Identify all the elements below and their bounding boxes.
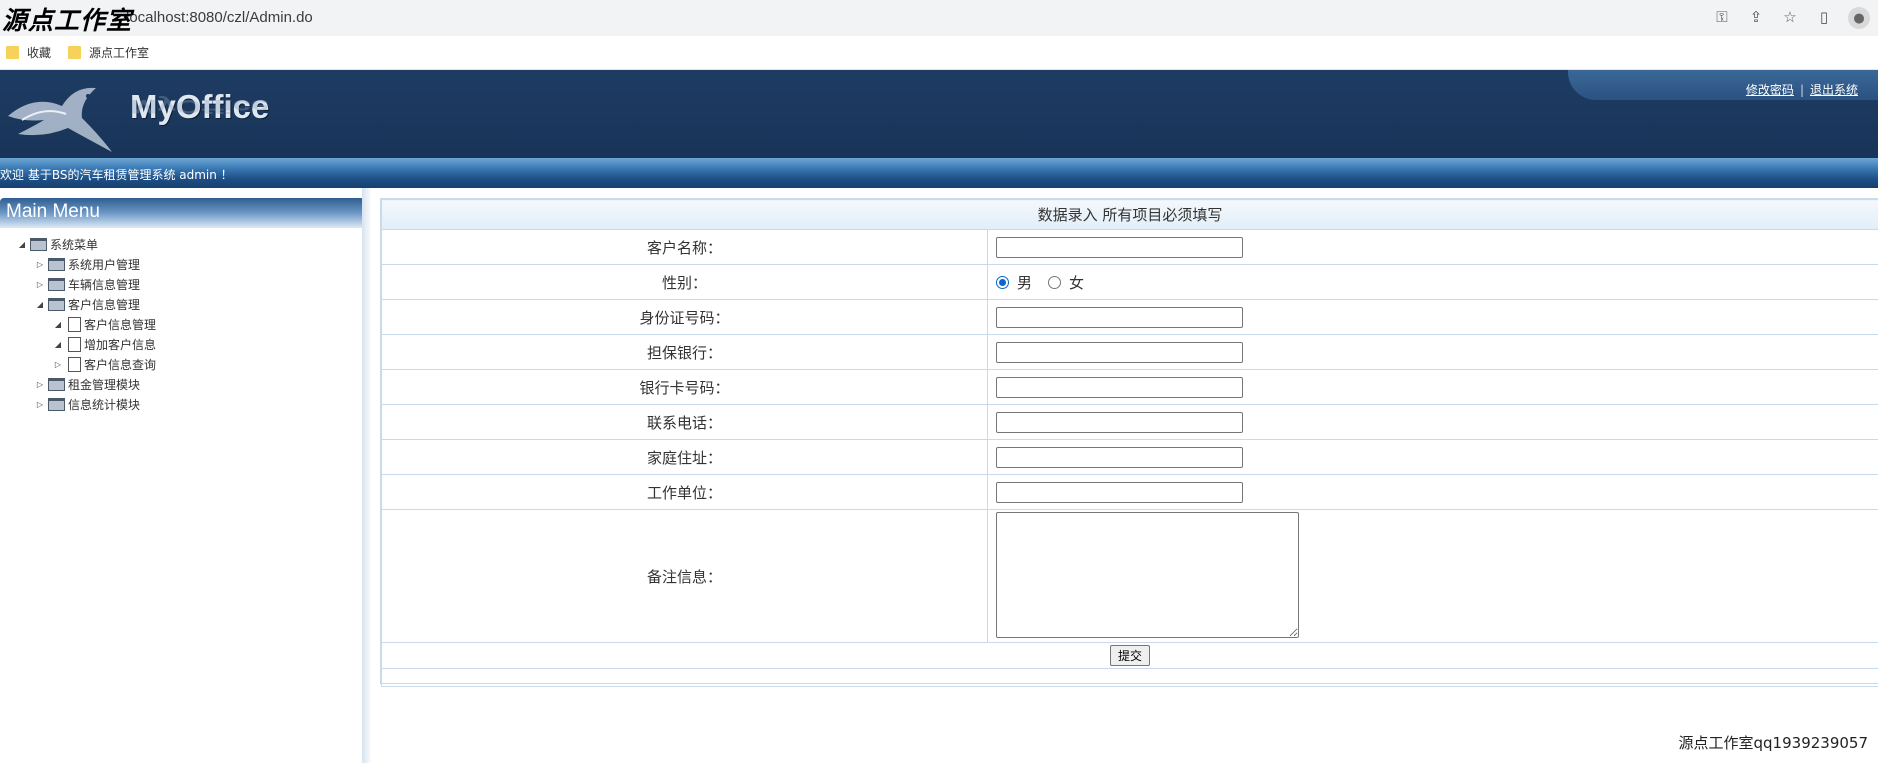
tree-node-customers[interactable]: ◢ 客户信息管理 bbox=[34, 296, 140, 313]
bookmarks-bar: 收藏 源点工作室 bbox=[0, 36, 1878, 70]
label-phone: 联系电话： bbox=[381, 404, 988, 440]
share-icon[interactable]: ⇪ bbox=[1746, 7, 1766, 27]
tree-node-label: 系统用户管理 bbox=[68, 258, 141, 272]
key-icon[interactable]: ⚿ bbox=[1712, 7, 1732, 27]
page-icon bbox=[68, 357, 81, 372]
address-input[interactable] bbox=[996, 446, 1243, 468]
folder-icon bbox=[68, 46, 81, 59]
sidebar: Main Menu ◢ 系统菜单 ▷ 系统用户管理 ▷ 车辆信息管理 ◢ 客户信… bbox=[0, 188, 370, 763]
folder-icon bbox=[48, 278, 65, 291]
expanded-arrow-icon[interactable]: ◢ bbox=[52, 320, 64, 329]
tree-node-label: 客户信息管理 bbox=[84, 318, 157, 332]
tree-node-label: 客户信息查询 bbox=[84, 358, 157, 372]
gender-female-radio[interactable] bbox=[1048, 275, 1062, 289]
gender-male-label: 男 bbox=[1017, 273, 1033, 292]
tree-node-label: 客户信息管理 bbox=[68, 298, 141, 312]
bookmark-yuandian[interactable]: 源点工作室 bbox=[68, 44, 149, 61]
page-icon bbox=[68, 337, 81, 352]
collapsed-arrow-icon[interactable]: ▷ bbox=[52, 360, 64, 369]
tree-node-customer-manage[interactable]: ◢ 客户信息管理 bbox=[52, 316, 156, 333]
sidebar-divider bbox=[362, 188, 372, 763]
tree-node-rent[interactable]: ▷ 租金管理模块 bbox=[34, 376, 140, 393]
expanded-arrow-icon[interactable]: ◢ bbox=[34, 300, 46, 309]
folder-icon bbox=[48, 258, 65, 271]
main-menu-header: Main Menu bbox=[0, 198, 362, 228]
tree-node-customer-query[interactable]: ▷ 客户信息查询 bbox=[52, 356, 156, 373]
tree-node-vehicles[interactable]: ▷ 车辆信息管理 bbox=[34, 276, 140, 293]
tree-node-root[interactable]: ◢ 系统菜单 bbox=[16, 236, 98, 253]
label-customer-name: 客户名称： bbox=[381, 229, 988, 265]
page-icon bbox=[68, 317, 81, 332]
customer-name-input[interactable] bbox=[996, 236, 1243, 258]
folder-icon bbox=[48, 378, 65, 391]
form-spacer-row bbox=[381, 668, 1878, 687]
folder-icon bbox=[48, 398, 65, 411]
remark-textarea[interactable] bbox=[996, 512, 1299, 638]
profile-icon[interactable]: ● bbox=[1848, 7, 1870, 29]
collapsed-arrow-icon[interactable]: ▷ bbox=[34, 260, 46, 269]
tree-node-label: 增加客户信息 bbox=[84, 338, 157, 352]
gender-female-label: 女 bbox=[1069, 273, 1085, 292]
collapsed-arrow-icon[interactable]: ▷ bbox=[34, 380, 46, 389]
gender-male-radio[interactable] bbox=[996, 275, 1009, 289]
bank-card-input[interactable] bbox=[996, 376, 1243, 398]
watermark-top: 源点工作室 bbox=[2, 6, 133, 35]
submit-button[interactable]: 提交 bbox=[1109, 645, 1150, 666]
id-number-input[interactable] bbox=[996, 306, 1243, 328]
label-gender: 性别： bbox=[381, 264, 988, 300]
bookmark-favorites[interactable]: 收藏 bbox=[6, 44, 51, 61]
expanded-arrow-icon[interactable]: ◢ bbox=[16, 240, 28, 249]
welcome-bar: 欢迎 基于BS的汽车租赁管理系统 admin ！ bbox=[0, 158, 1878, 188]
folder-icon bbox=[30, 238, 47, 251]
browser-address-bar: localhost:8080/czl/Admin.do ⚿ ⇪ ☆ ▯ ● bbox=[0, 0, 1878, 36]
label-remark: 备注信息： bbox=[381, 509, 988, 643]
work-unit-input[interactable] bbox=[996, 481, 1243, 503]
header-links: 修改密码 | 退出系统 bbox=[1746, 81, 1858, 98]
guarantee-bank-input[interactable] bbox=[996, 341, 1243, 363]
link-separator: | bbox=[1799, 82, 1804, 97]
gender-group: 男 女 bbox=[996, 272, 1878, 293]
star-icon[interactable]: ☆ bbox=[1780, 7, 1800, 27]
app-header: MyOffice MyOffice 修改密码 | 退出系统 bbox=[0, 70, 1878, 158]
label-bank-card: 银行卡号码： bbox=[381, 369, 988, 405]
tree-node-label: 信息统计模块 bbox=[68, 398, 141, 412]
form-title: 数据录入 所有项目必须填写 bbox=[381, 199, 1878, 230]
label-guarantee-bank: 担保银行： bbox=[381, 334, 988, 370]
change-password-link[interactable]: 修改密码 bbox=[1746, 81, 1794, 98]
tree-node-system-users[interactable]: ▷ 系统用户管理 bbox=[34, 256, 140, 273]
expanded-arrow-icon[interactable]: ◢ bbox=[52, 340, 64, 349]
side-panel-icon[interactable]: ▯ bbox=[1814, 7, 1834, 27]
bookmark-label: 收藏 bbox=[27, 46, 52, 60]
logout-link[interactable]: 退出系统 bbox=[1810, 81, 1858, 98]
main-menu-title: Main Menu bbox=[6, 201, 100, 222]
tree-node-label: 系统菜单 bbox=[50, 238, 99, 252]
tree-node-label: 租金管理模块 bbox=[68, 378, 141, 392]
folder-icon bbox=[48, 298, 65, 311]
tree-node-add-customer[interactable]: ◢ 增加客户信息 bbox=[52, 336, 156, 353]
collapsed-arrow-icon[interactable]: ▷ bbox=[34, 280, 46, 289]
label-id-number: 身份证号码： bbox=[381, 299, 988, 335]
bookmark-label: 源点工作室 bbox=[89, 46, 150, 60]
tree-node-statistics[interactable]: ▷ 信息统计模块 bbox=[34, 396, 140, 413]
url-field[interactable]: localhost:8080/czl/Admin.do bbox=[126, 9, 313, 26]
customer-form: 数据录入 所有项目必须填写 客户名称： 性别： 男 女 身份证号码： 担保银行：… bbox=[381, 199, 1878, 687]
app-logo-reflection: MyOffice bbox=[130, 95, 270, 118]
watermark-bottom: 源点工作室qq1939239057 bbox=[1678, 734, 1868, 752]
welcome-text: 欢迎 基于BS的汽车租赁管理系统 admin ！ bbox=[0, 168, 233, 182]
folder-icon bbox=[6, 46, 19, 59]
browser-toolbar: ⚿ ⇪ ☆ ▯ ● bbox=[1712, 7, 1870, 29]
label-address: 家庭住址： bbox=[381, 439, 988, 475]
phone-input[interactable] bbox=[996, 411, 1243, 433]
tree-node-label: 车辆信息管理 bbox=[68, 278, 141, 292]
bird-logo-icon bbox=[8, 87, 112, 152]
label-work-unit: 工作单位： bbox=[381, 474, 988, 510]
collapsed-arrow-icon[interactable]: ▷ bbox=[34, 400, 46, 409]
